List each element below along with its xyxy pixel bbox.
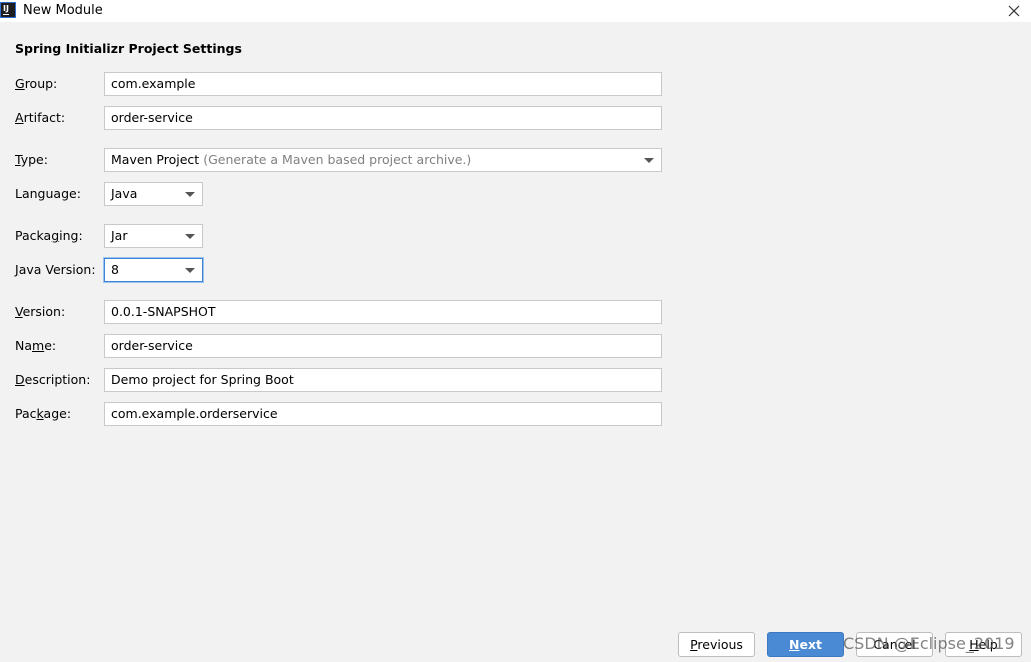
chevron-down-icon [185,192,195,197]
type-hint: (Generate a Maven based project archive.… [203,152,472,167]
language-value: Java [111,186,138,201]
description-field[interactable]: Demo project for Spring Boot [104,368,662,392]
java-version-label: Java Version: [15,262,96,277]
type-label: Type: [15,152,48,167]
cancel-button[interactable]: Cancel [856,632,933,657]
window-title: New Module [23,3,103,18]
packaging-dropdown[interactable]: Jar [104,224,203,248]
package-field[interactable]: com.example.orderservice [104,402,662,426]
new-module-dialog: IJ New Module Spring Initializr Project … [0,0,1031,662]
group-field[interactable]: com.example [104,72,662,96]
group-label: Group: [15,76,58,91]
chevron-down-icon [185,268,195,273]
name-field[interactable]: order-service [104,334,662,358]
language-label: Language: [15,186,81,201]
type-dropdown[interactable]: Maven Project (Generate a Maven based pr… [104,148,662,172]
intellij-app-icon: IJ [0,2,16,18]
previous-button[interactable]: Previous [678,632,755,657]
package-label: Package: [15,406,72,421]
section-title: Spring Initializr Project Settings [15,41,242,56]
next-button[interactable]: Next [767,632,844,657]
title-bar: IJ New Module [0,0,1031,22]
type-value: Maven Project [111,152,200,167]
java-version-dropdown[interactable]: 8 [104,258,203,282]
description-label: Description: [15,372,91,387]
artifact-field[interactable]: order-service [104,106,662,130]
name-label: Name: [15,338,57,353]
help-button[interactable]: Help [945,632,1022,657]
language-dropdown[interactable]: Java [104,182,203,206]
close-button[interactable] [1003,0,1025,22]
artifact-label: Artifact: [15,110,66,125]
chevron-down-icon [185,234,195,239]
version-label: Version: [15,304,66,319]
java-version-value: 8 [111,262,119,277]
packaging-label: Packaging: [15,228,83,243]
chevron-down-icon [644,158,654,163]
packaging-value: Jar [111,228,128,243]
close-icon [1008,5,1020,17]
version-field[interactable]: 0.0.1-SNAPSHOT [104,300,662,324]
